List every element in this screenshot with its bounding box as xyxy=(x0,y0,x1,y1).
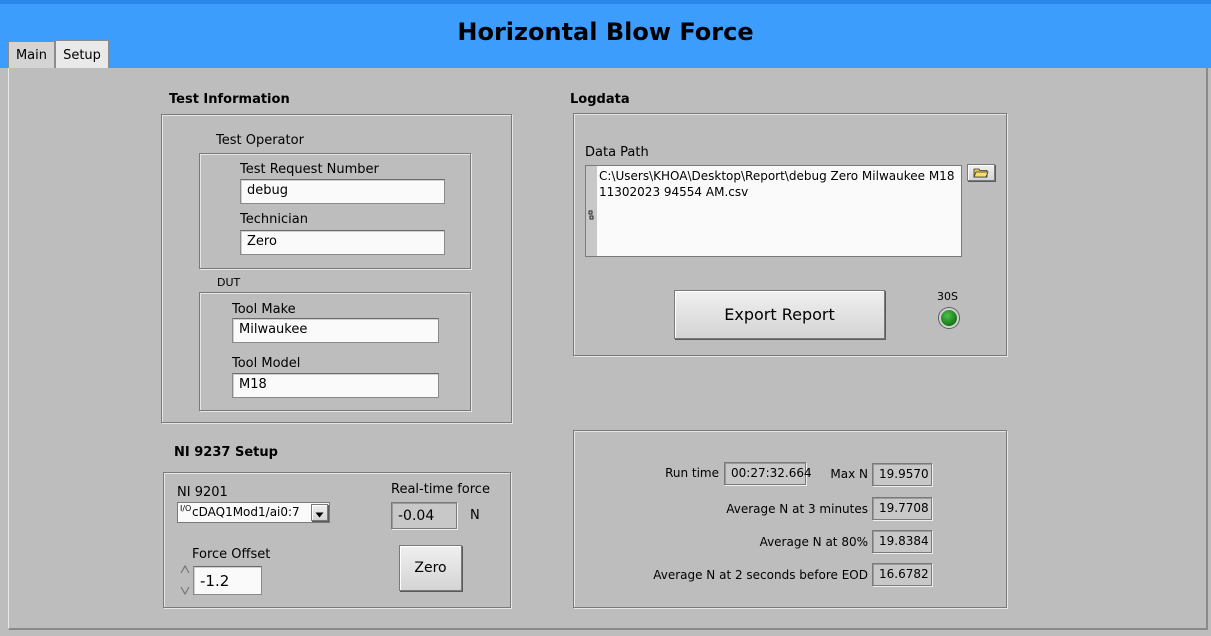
avg-eod-label: Average N at 2 seconds before EOD xyxy=(653,568,868,582)
avg-3min-indicator: 19.7708 xyxy=(872,497,932,520)
folder-icon xyxy=(973,163,989,182)
ni-channel-select[interactable]: I/O cDAQ1Mod1/ai0:7 xyxy=(177,502,330,523)
avg-eod-indicator: 16.6782 xyxy=(872,563,932,586)
realtime-force-indicator: -0.04 xyxy=(391,502,457,529)
ni-setup-title: NI 9237 Setup xyxy=(174,445,278,460)
channel-dropdown-button[interactable] xyxy=(311,504,328,521)
data-path-label: Data Path xyxy=(585,145,649,160)
run-time-label: Run time xyxy=(665,466,719,480)
avg-80-label: Average N at 80% xyxy=(759,535,868,549)
io-prefix-icon: I/O xyxy=(180,504,192,513)
tool-model-input[interactable]: M18 xyxy=(232,373,439,398)
technician-input[interactable]: Zero xyxy=(240,230,445,255)
path-type-icon xyxy=(588,205,594,220)
force-unit-label: N xyxy=(470,508,480,523)
realtime-force-label: Real-time force xyxy=(391,482,490,497)
logdata-title: Logdata xyxy=(570,92,630,107)
tool-make-input[interactable]: Milwaukee xyxy=(232,318,439,343)
dut-label: DUT xyxy=(217,276,241,289)
data-path-line-1: C:\Users\KHOA\Desktop\Report\debug Zero … xyxy=(599,169,955,183)
force-offset-input[interactable]: -1.2 xyxy=(193,566,262,595)
zero-button[interactable]: Zero xyxy=(399,545,462,591)
chevron-down-icon xyxy=(315,503,324,522)
page-title: Horizontal Blow Force xyxy=(457,18,754,46)
max-n-label: Max N xyxy=(830,467,868,481)
data-path-input[interactable]: C:\Users\KHOA\Desktop\Report\debug Zero … xyxy=(597,166,961,256)
run-time-indicator: 00:27:32.664 xyxy=(724,462,812,485)
data-path-line-2: 11302023 94554 AM.csv xyxy=(599,185,749,199)
led-30s-label: 30S xyxy=(937,290,958,303)
led-30s-indicator xyxy=(939,308,959,328)
tool-make-label: Tool Make xyxy=(232,302,296,317)
export-report-button[interactable]: Export Report xyxy=(674,290,885,339)
tab-setup[interactable]: Setup xyxy=(55,40,109,70)
avg-80-indicator: 19.8384 xyxy=(872,530,932,553)
test-information-title: Test Information xyxy=(169,92,290,107)
tool-model-label: Tool Model xyxy=(232,356,301,371)
test-request-number-input[interactable]: debug xyxy=(240,179,445,204)
test-operator-label: Test Operator xyxy=(216,133,304,148)
tab-main[interactable]: Main xyxy=(8,41,55,69)
max-n-indicator: 19.9570 xyxy=(872,463,932,486)
force-offset-label: Force Offset xyxy=(192,547,271,562)
browse-button[interactable] xyxy=(967,164,995,181)
ni-channel-label: NI 9201 xyxy=(177,485,228,500)
ni-channel-value: cDAQ1Mod1/ai0:7 xyxy=(192,505,300,519)
test-request-number-label: Test Request Number xyxy=(240,162,379,177)
spinner-arrows-icon[interactable] xyxy=(178,563,192,597)
technician-label: Technician xyxy=(240,212,308,227)
avg-3min-label: Average N at 3 minutes xyxy=(726,502,868,516)
